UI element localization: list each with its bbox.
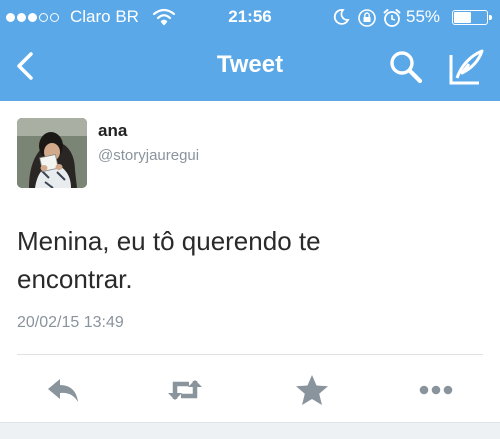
author-name[interactable]: ana [98, 121, 127, 141]
avatar[interactable] [17, 118, 87, 188]
battery-icon [452, 10, 492, 25]
tweet-text: Menina, eu tô querendo te encontrar. [17, 226, 321, 294]
more-icon[interactable] [416, 372, 456, 408]
author-handle[interactable]: @storyjauregui [98, 147, 199, 164]
search-icon[interactable] [388, 49, 424, 85]
header-bar: Claro BR 21:56 55% Tweet [0, 0, 500, 101]
footer-strip [0, 422, 500, 439]
status-bar: Claro BR 21:56 55% [0, 0, 500, 36]
page-title: Tweet [216, 51, 284, 78]
divider [17, 354, 483, 355]
compose-icon[interactable] [448, 48, 486, 86]
tweet-timestamp: 20/02/15 13:49 [17, 314, 124, 331]
moon-icon [333, 9, 350, 25]
orientation-lock-icon [358, 9, 376, 27]
alarm-icon [383, 9, 401, 27]
favorite-icon[interactable] [292, 372, 332, 408]
reply-icon[interactable] [44, 372, 84, 408]
retweet-icon[interactable] [165, 372, 205, 408]
battery-percentage: 55% [406, 7, 441, 26]
